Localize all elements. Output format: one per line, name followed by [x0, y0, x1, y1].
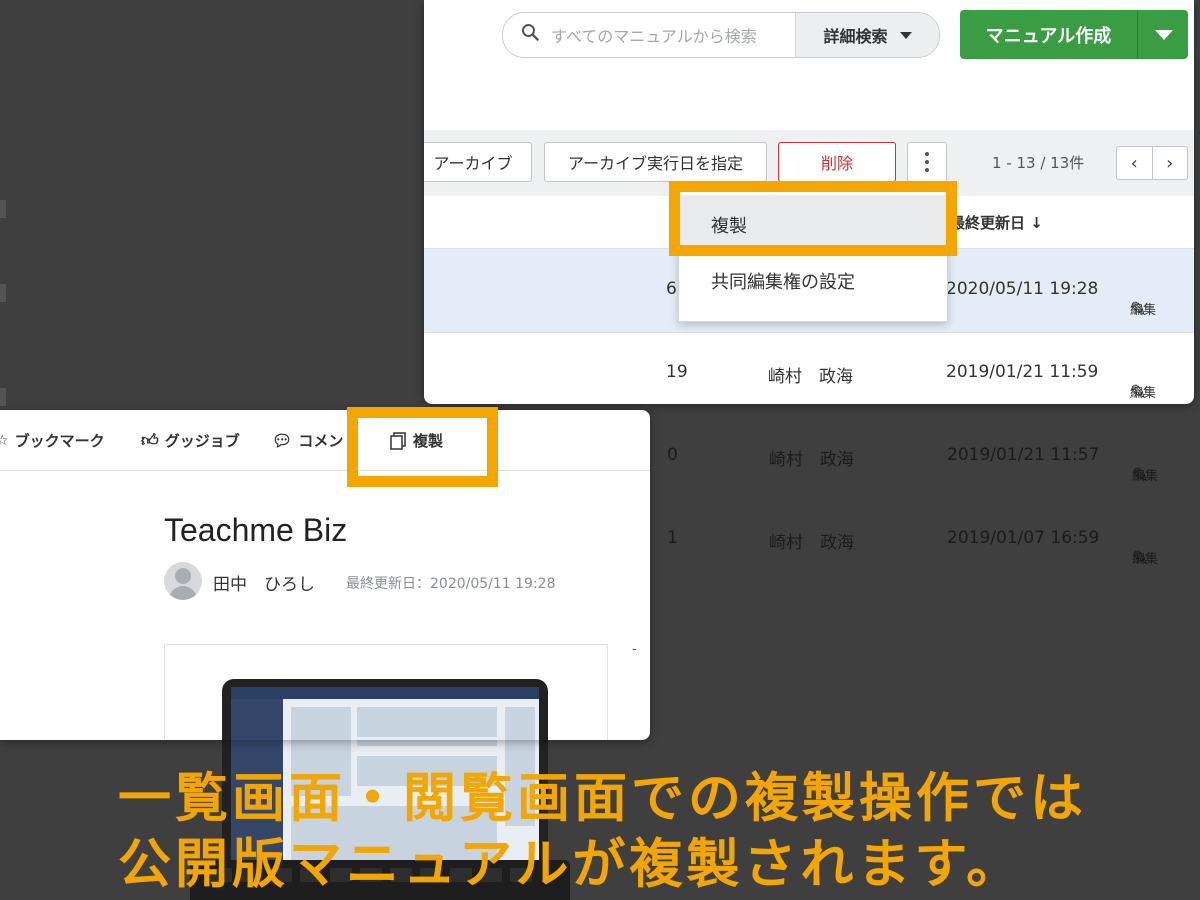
manual-title: Teachme Biz — [164, 512, 348, 548]
last-updated: 最終更新日：2020/05/11 19:28 — [346, 576, 556, 592]
caret-down-icon — [899, 31, 912, 39]
row-count: 0 — [667, 445, 678, 465]
kebab-dot — [925, 168, 929, 172]
view-action-tabs: ☆ ブックマーク 👍︎ グッジョブ 💬︎ コメン 複製 — [0, 410, 650, 471]
star-icon: ☆ — [0, 432, 9, 449]
row-count: 1 — [667, 528, 678, 548]
manual-list-screenshot: 詳細検索 マニュアル作成 アーカイブ アーカイブ実行日を指定 削除 1 - 13… — [424, 0, 1194, 404]
comment-tab[interactable]: 💬︎ コメン — [272, 430, 343, 451]
thumbs-up-icon: 👍︎ — [141, 431, 159, 451]
more-actions-button[interactable] — [907, 142, 947, 182]
row-date: 2020/05/11 19:28 — [946, 279, 1099, 299]
duplicate-tab[interactable]: 複製 — [389, 430, 443, 451]
comment-icon: 💬︎ — [272, 431, 293, 450]
menu-item-co-edit-settings[interactable]: 共同編集権の設定 — [679, 251, 947, 311]
sort-column-header[interactable]: 最終更新日 ↓ — [950, 212, 1043, 233]
bookmark-label: ブックマーク — [14, 432, 105, 450]
archive-date-label: アーカイブ実行日を指定 — [567, 154, 744, 173]
advanced-search-button[interactable]: 詳細検索 — [795, 13, 939, 57]
edit-label: 編集 — [1130, 386, 1157, 401]
edit-label: 編集 — [1132, 469, 1159, 484]
table-row[interactable]: 19 崎村 政海 2019/01/21 11:59 ✎ 編集 — [424, 332, 1194, 404]
caret-down-icon — [1154, 29, 1173, 40]
table-row: 0 崎村 政海 2019/01/21 11:57 ✎ 編集 — [650, 415, 1200, 498]
bulk-action-toolbar: アーカイブ アーカイブ実行日を指定 削除 1 - 13 / 13件 ‹ › — [424, 130, 1194, 196]
manual-image-frame — [164, 644, 608, 740]
chevron-left-icon: ‹ — [1130, 152, 1138, 174]
kebab-dot — [925, 152, 929, 156]
chevron-right-icon: › — [1166, 152, 1174, 174]
laptop-image — [222, 679, 548, 740]
pagination-count: 1 - 13 / 13件 — [992, 154, 1085, 172]
row-date: 2019/01/21 11:57 — [947, 445, 1100, 465]
more-actions-menu: 複製 共同編集権の設定 — [678, 188, 948, 322]
delete-button[interactable]: 削除 — [778, 142, 896, 182]
row-count: 6 — [666, 279, 677, 299]
menu-item-label: 共同編集権の設定 — [711, 272, 855, 293]
create-manual-dropdown-toggle[interactable] — [1137, 10, 1189, 59]
delete-label: 削除 — [820, 154, 853, 173]
menu-item-duplicate[interactable]: 複製 — [679, 195, 947, 255]
search-bar: 詳細検索 — [502, 12, 940, 58]
edit-label: 編集 — [1132, 552, 1159, 567]
caption-line-1: 一覧画面・閲覧画面での複製操作では — [118, 768, 1087, 829]
good-job-label: グッジョブ — [164, 432, 240, 450]
duplicate-label: 複製 — [413, 432, 444, 450]
row-date: 2019/01/21 11:59 — [946, 362, 1099, 382]
comment-label: コメン — [298, 432, 344, 450]
row-count: 19 — [666, 362, 688, 382]
archive-date-button[interactable]: アーカイブ実行日を指定 — [544, 142, 767, 182]
avatar — [164, 562, 202, 600]
row-date: 2019/01/07 16:59 — [947, 528, 1100, 548]
create-manual-label: マニュアル作成 — [985, 25, 1112, 47]
bookmark-tab[interactable]: ☆ ブックマーク — [0, 430, 105, 451]
pagination: ‹ › — [1116, 146, 1188, 180]
background-tick — [0, 284, 6, 302]
side-dash: - — [632, 642, 637, 657]
good-job-tab[interactable]: 👍︎ グッジョブ — [141, 430, 240, 451]
archive-label: アーカイブ — [433, 154, 513, 173]
background-tick — [0, 200, 6, 218]
next-page-button[interactable]: › — [1153, 147, 1188, 179]
table-row: 1 崎村 政海 2019/01/07 16:59 ✎ 編集 — [650, 498, 1200, 581]
prev-page-button[interactable]: ‹ — [1117, 147, 1153, 179]
menu-item-label: 複製 — [711, 216, 747, 237]
caption-line-2: 公開版マニュアルが複製されます。 — [118, 834, 1024, 895]
manual-view-screenshot: ☆ ブックマーク 👍︎ グッジョブ 💬︎ コメン 複製 Teachme Biz … — [0, 410, 650, 740]
search-input[interactable] — [549, 13, 793, 57]
copy-icon — [390, 431, 406, 450]
author-name: 田中 ひろし — [213, 575, 315, 595]
advanced-search-label: 詳細検索 — [823, 27, 888, 46]
background-tick — [0, 388, 6, 406]
kebab-dot — [925, 160, 929, 164]
row-author: 崎村 政海 — [769, 533, 854, 553]
laptop-screen — [231, 687, 539, 740]
row-author: 崎村 政海 — [769, 450, 854, 470]
search-icon — [522, 24, 539, 41]
archive-button[interactable]: アーカイブ — [424, 142, 532, 182]
create-manual-button[interactable]: マニュアル作成 — [960, 10, 1188, 59]
row-author: 崎村 政海 — [768, 367, 853, 387]
edit-label: 編集 — [1130, 303, 1157, 318]
